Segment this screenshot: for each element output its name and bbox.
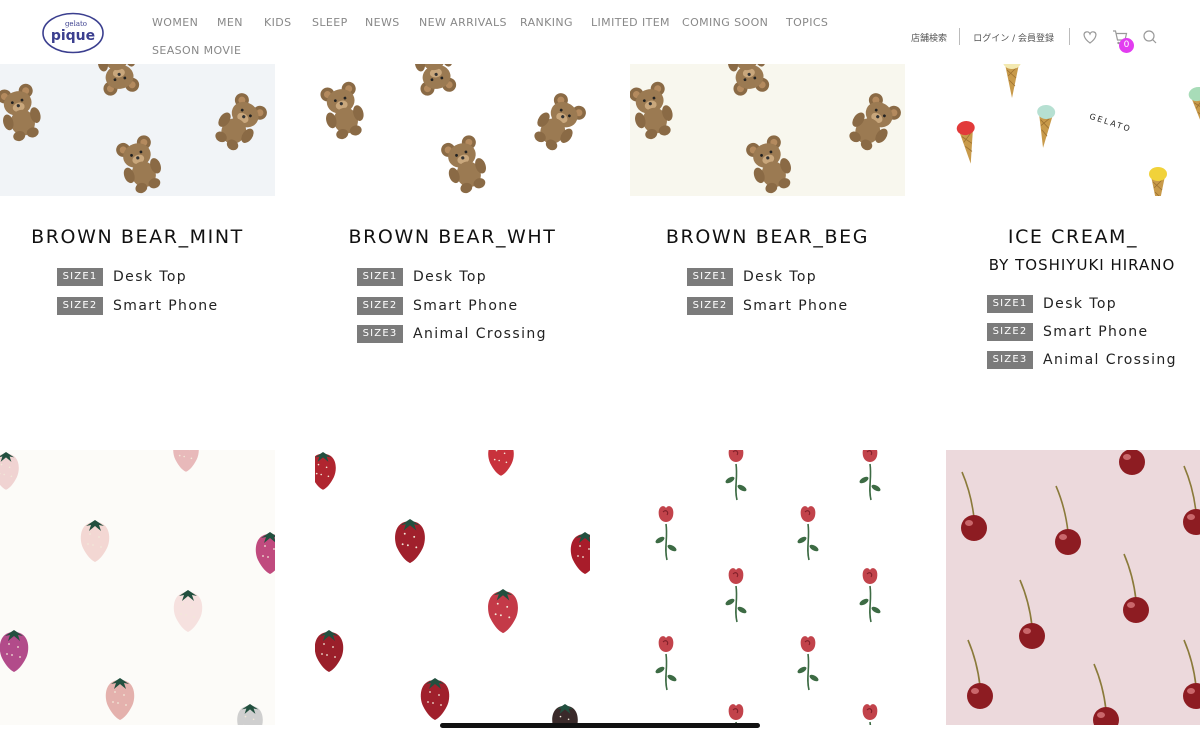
wallpaper-thumb-strawberry-red[interactable] — [315, 450, 590, 725]
size-label: Desk Top — [743, 268, 818, 285]
nav-news[interactable]: NEWS — [365, 16, 400, 29]
gelato-pique-logo[interactable]: gelato pique — [42, 12, 104, 54]
wallpaper-title: ICE CREAM_ — [1007, 226, 1139, 248]
main-nav: WOMEN MEN KIDS SLEEP NEWS NEW ARRIVALS R… — [152, 16, 852, 57]
nav-limited-item[interactable]: LIMITED ITEM — [591, 16, 670, 29]
download-size3-animal-crossing[interactable]: SIZE3 Animal Crossing — [987, 349, 1177, 369]
size-label: Desk Top — [1043, 295, 1118, 312]
download-size2-smartphone[interactable]: SIZE2 Smart Phone — [987, 321, 1149, 341]
tile-background — [0, 450, 275, 725]
size-tag: SIZE2 — [687, 296, 733, 315]
heart-icon[interactable] — [1081, 28, 1099, 46]
wallpaper-subtitle: BY TOSHIYUKI HIRANO — [988, 256, 1176, 274]
wallpaper-title: BROWN BEAR_MINT — [31, 226, 244, 248]
logo-main-text: pique — [51, 28, 95, 44]
download-size1-desktop[interactable]: SIZE1 Desk Top — [987, 293, 1117, 313]
search-icon[interactable] — [1141, 28, 1159, 46]
nav-men[interactable]: MEN — [217, 16, 243, 29]
wallpaper-title: BROWN BEAR_BEG — [665, 226, 870, 248]
login-link[interactable]: ログイン / 会員登録 — [973, 31, 1054, 44]
wallpaper-thumb-brown-bear-mint[interactable] — [0, 64, 275, 196]
download-size2-smartphone[interactable]: SIZE2 Smart Phone — [357, 295, 519, 315]
size-tag: SIZE2 — [987, 322, 1033, 341]
wallpaper-thumb-brown-bear-wht[interactable] — [315, 64, 590, 196]
download-size2-smartphone[interactable]: SIZE2 Smart Phone — [687, 295, 849, 315]
size-label: Smart Phone — [413, 297, 519, 314]
download-size3-animal-crossing[interactable]: SIZE3 Animal Crossing — [357, 323, 547, 343]
size-label: Animal Crossing — [413, 325, 547, 342]
wallpaper-thumb-strawberry-pale[interactable] — [0, 450, 275, 725]
size-tag: SIZE1 — [987, 294, 1033, 313]
wallpaper-thumb-cherry[interactable] — [946, 450, 1200, 725]
wallpaper-thumb-ice-cream[interactable]: GELATO — [946, 64, 1200, 196]
size-tag: SIZE1 — [357, 267, 403, 286]
cart-count-badge: 0 — [1119, 38, 1134, 53]
nav-season-movie[interactable]: SEASON MOVIE — [152, 44, 241, 57]
size-tag: SIZE2 — [357, 296, 403, 315]
download-size2-smartphone[interactable]: SIZE2 Smart Phone — [57, 295, 219, 315]
tile-background — [630, 450, 905, 725]
store-search-link[interactable]: 店舗検索 — [911, 31, 947, 44]
size-label: Smart Phone — [1043, 323, 1149, 340]
size-label: Smart Phone — [113, 297, 219, 314]
rose-pattern — [630, 450, 905, 725]
size-label: Smart Phone — [743, 297, 849, 314]
size-label: Animal Crossing — [1043, 351, 1177, 368]
strawberry-pattern — [0, 450, 275, 725]
bear-pattern — [315, 64, 590, 196]
cherry-pattern — [946, 450, 1200, 725]
site-header: gelato pique WOMEN MEN KIDS SLEEP NEWS N… — [0, 0, 1200, 64]
header-divider — [1069, 28, 1070, 45]
bear-pattern — [0, 64, 275, 196]
size-tag: SIZE3 — [987, 350, 1033, 369]
size-label: Desk Top — [413, 268, 488, 285]
nav-topics[interactable]: TOPICS — [786, 16, 828, 29]
download-size1-desktop[interactable]: SIZE1 Desk Top — [57, 266, 187, 286]
size-tag: SIZE3 — [357, 324, 403, 343]
wallpaper-thumb-rose[interactable] — [630, 450, 905, 725]
nav-women[interactable]: WOMEN — [152, 16, 198, 29]
header-divider — [959, 28, 960, 45]
home-indicator-bar — [440, 723, 760, 728]
nav-coming-soon[interactable]: COMING SOON — [682, 16, 768, 29]
nav-new-arrivals[interactable]: NEW ARRIVALS — [419, 16, 507, 29]
bear-pattern — [630, 64, 905, 196]
size-label: Desk Top — [113, 268, 188, 285]
nav-sleep[interactable]: SLEEP — [312, 16, 348, 29]
size-tag: SIZE1 — [687, 267, 733, 286]
download-size1-desktop[interactable]: SIZE1 Desk Top — [357, 266, 487, 286]
strawberry-pattern — [315, 450, 590, 725]
download-size1-desktop[interactable]: SIZE1 Desk Top — [687, 266, 817, 286]
wallpaper-thumb-brown-bear-beg[interactable] — [630, 64, 905, 196]
size-tag: SIZE2 — [57, 296, 103, 315]
tile-background — [315, 450, 590, 725]
wallpaper-title: BROWN BEAR_WHT — [348, 226, 557, 248]
nav-kids[interactable]: KIDS — [264, 16, 292, 29]
logo-small-text: gelato — [65, 20, 87, 28]
nav-ranking[interactable]: RANKING — [520, 16, 573, 29]
size-tag: SIZE1 — [57, 267, 103, 286]
ice-cream-pattern: GELATO — [946, 64, 1200, 196]
